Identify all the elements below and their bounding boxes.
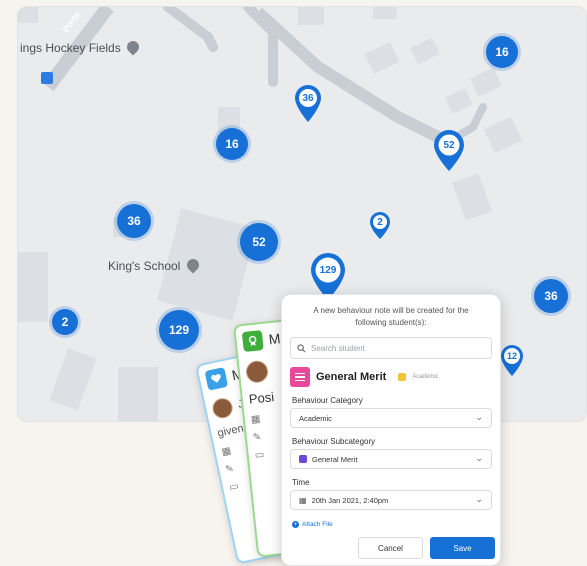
time-value: 20th Jan 2021, 2:40pm xyxy=(311,495,389,505)
school-label: King's School xyxy=(108,256,202,274)
calendar-icon: ▦ xyxy=(299,495,307,505)
map-pin-icon xyxy=(501,345,523,376)
category-label: Behaviour Category xyxy=(292,396,363,405)
modal-intro: A new behaviour note will be created for… xyxy=(313,306,469,327)
cancel-button[interactable]: Cancel xyxy=(358,537,423,559)
location-pin-icon xyxy=(124,38,142,56)
list-icon xyxy=(290,367,310,387)
location-pin-marker[interactable]: 12 xyxy=(500,345,524,377)
plus-icon: + xyxy=(292,521,299,528)
attach-file-label: Attach File xyxy=(302,521,333,528)
subcategory-select[interactable]: General Merit ⌄ xyxy=(290,449,492,469)
save-button[interactable]: Save xyxy=(430,537,495,559)
location-pin-icon xyxy=(184,256,202,274)
hockey-fields-text: ings Hockey Fields xyxy=(20,41,121,55)
cluster-marker[interactable]: 52 xyxy=(240,223,278,261)
document-icon: ▭ xyxy=(254,449,265,462)
time-label: Time xyxy=(292,478,310,487)
school-text: King's School xyxy=(108,259,181,273)
map-pin-icon xyxy=(295,85,321,122)
pin-count: 52 xyxy=(443,140,455,151)
merit-title: General Merit xyxy=(316,371,387,383)
calendar-icon: ▦ xyxy=(250,413,262,426)
pin-count: 12 xyxy=(506,351,517,361)
subcategory-label: Behaviour Subcategory xyxy=(292,437,376,446)
calendar-icon: ▦ xyxy=(220,445,233,459)
subcategory-value: General Merit xyxy=(312,454,358,464)
pin-count: 129 xyxy=(319,265,337,276)
pencil-icon: ✎ xyxy=(224,463,235,476)
location-pin-marker[interactable]: 2 xyxy=(369,212,391,240)
document-icon: ▭ xyxy=(228,480,240,494)
avatar xyxy=(210,396,235,421)
search-icon xyxy=(297,343,306,352)
cluster-marker[interactable]: 36 xyxy=(117,204,151,238)
category-color-icon xyxy=(299,455,307,463)
merit-tag: Academic xyxy=(412,374,439,380)
cluster-marker[interactable]: 16 xyxy=(216,128,248,160)
behaviour-note-modal: A new behaviour note will be created for… xyxy=(281,294,501,566)
cluster-marker[interactable]: 2 xyxy=(52,309,78,335)
pin-count: 2 xyxy=(377,217,383,228)
heart-icon xyxy=(204,367,229,391)
hockey-fields-label: ings Hockey Fields xyxy=(20,38,142,56)
location-pin-marker[interactable]: 52 xyxy=(433,130,465,172)
location-pin-marker[interactable]: 36 xyxy=(294,85,322,123)
category-value: Academic xyxy=(299,413,332,423)
card-title: M xyxy=(267,330,282,348)
card-text: Posi xyxy=(248,389,275,407)
chevron-down-icon: ⌄ xyxy=(475,494,483,504)
bus-stop-icon xyxy=(41,72,53,84)
cluster-marker[interactable]: 16 xyxy=(486,36,518,68)
avatar xyxy=(244,359,270,384)
search-placeholder: Search student xyxy=(311,343,365,353)
pencil-icon: ✎ xyxy=(252,431,262,444)
card-text: given xyxy=(216,422,245,440)
map-pin-icon xyxy=(434,130,464,171)
award-icon xyxy=(241,330,264,353)
tag-icon xyxy=(398,373,407,381)
search-student-input[interactable]: Search student xyxy=(290,337,492,359)
cluster-marker[interactable]: 129 xyxy=(159,310,199,350)
pin-count: 36 xyxy=(302,93,314,104)
attach-file-link[interactable]: + Attach File xyxy=(292,521,492,528)
chevron-down-icon: ⌄ xyxy=(475,453,483,463)
chevron-down-icon: ⌄ xyxy=(475,412,483,422)
modal-actions: Cancel Save xyxy=(358,537,495,559)
category-select[interactable]: Academic ⌄ xyxy=(290,408,492,428)
time-select[interactable]: ▦ 20th Jan 2021, 2:40pm ⌄ xyxy=(290,490,492,510)
cluster-marker[interactable]: 36 xyxy=(534,279,568,313)
merit-header: General Merit Academic xyxy=(290,367,492,387)
